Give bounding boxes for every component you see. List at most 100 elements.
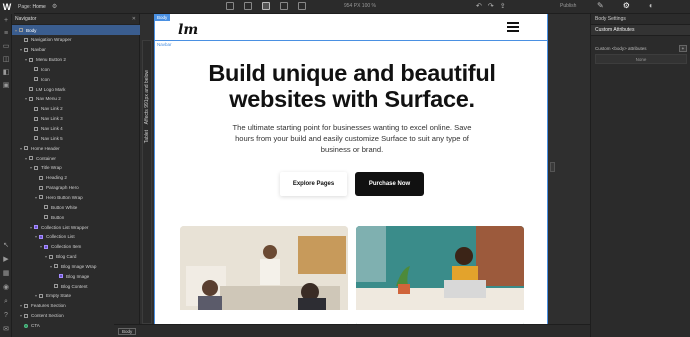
preview-icon[interactable]: ◉ <box>2 284 10 292</box>
navigator-item-label: Nav Link 5 <box>41 135 63 141</box>
share-icon[interactable]: ⇪ <box>500 2 506 10</box>
navigator-item[interactable]: ▾ Hero Button Wrap <box>12 192 140 202</box>
navigator-item-label: Collection Item <box>51 244 82 250</box>
breakpoint-large-icon[interactable] <box>226 2 234 10</box>
pages-icon[interactable]: ▭ <box>2 43 10 51</box>
navigator-item[interactable]: Icon <box>12 64 140 74</box>
element-type-icon <box>44 215 48 220</box>
help-icon[interactable]: ? <box>2 312 10 320</box>
hero-heading[interactable]: Build unique and beautiful websites with… <box>160 60 544 112</box>
navigator-item[interactable]: Nav Link 3 <box>12 114 140 124</box>
navigator-item-label: Blog Card <box>56 254 77 260</box>
navigator-item[interactable]: Nav Link 4 <box>12 124 140 134</box>
navigator-item[interactable]: ▾ Collection Item <box>12 242 140 252</box>
blog-card-office[interactable] <box>180 226 348 324</box>
interactions-drop-icon[interactable]: ◐ <box>649 1 654 10</box>
navigator-item[interactable]: Icon <box>12 74 140 84</box>
navigator-icon[interactable]: ≡ <box>2 30 10 38</box>
card-content <box>180 310 348 324</box>
menu-hamburger-icon[interactable] <box>507 22 519 38</box>
navigator-item-label: Hero Button Wrap <box>46 194 83 200</box>
canvas-resize-handle-right[interactable] <box>550 162 555 172</box>
navbar-outline <box>155 40 547 41</box>
select-tool-icon[interactable]: ↖ <box>2 242 10 250</box>
video-icon[interactable]: ▶ <box>2 256 10 264</box>
navigator-item-label: Home Header <box>31 145 60 151</box>
cms-icon[interactable]: ◫ <box>2 56 10 64</box>
navigator-item[interactable]: Heading 2 <box>12 173 140 183</box>
breakpoint-landscape-icon[interactable] <box>280 2 288 10</box>
breakpoint-note: Affects 991px and below <box>144 70 150 125</box>
history-controls: ↶ ↷ ⇪ <box>476 2 506 10</box>
navigator-item[interactable]: ▾ Collection List Wrapper <box>12 222 140 232</box>
card-content <box>356 310 524 324</box>
close-icon[interactable]: ✕ <box>132 16 136 22</box>
breakpoint-label: Tablet <box>144 129 150 144</box>
blog-card-laptop[interactable] <box>356 226 524 324</box>
hero-paragraph[interactable]: The ultimate starting point for business… <box>230 122 474 155</box>
page-selector[interactable]: Page: Home <box>18 4 46 10</box>
navigator-item[interactable]: Button <box>12 212 140 222</box>
custom-attributes-section[interactable]: Custom Attributes <box>591 25 690 36</box>
navigator-item[interactable]: Blog Content <box>12 281 140 291</box>
body-selection-tag[interactable]: Body <box>154 14 171 21</box>
navigator-item[interactable]: Navigation Wrapper <box>12 35 140 45</box>
navigator-item-label: Nav Menu 2 <box>36 96 61 102</box>
breadcrumb-bar: Body <box>114 324 590 337</box>
undo-icon[interactable]: ↶ <box>476 2 482 10</box>
navigator-item-label: LM Logo Mark <box>36 86 66 92</box>
page-settings-icon[interactable]: ⚙ <box>52 3 57 10</box>
element-type-icon <box>24 37 28 42</box>
breakpoint-switcher <box>226 2 306 10</box>
element-type-icon <box>24 303 28 308</box>
navigator-item[interactable]: ▾ Navbar <box>12 45 140 55</box>
navigator-item[interactable]: ▾ Empty State <box>12 291 140 301</box>
navigator-item[interactable]: ▾ Content Section <box>12 311 140 321</box>
add-attribute-button[interactable]: + <box>679 44 687 52</box>
purchase-now-button[interactable]: Purchase Now <box>355 172 424 196</box>
navigator-item[interactable]: Blog Image <box>12 271 140 281</box>
navigator-item[interactable]: ▾ Collection List <box>12 232 140 242</box>
webflow-logo[interactable]: W <box>0 0 14 14</box>
breakpoint-tablet-icon[interactable] <box>262 2 270 10</box>
redo-icon[interactable]: ↷ <box>488 2 494 10</box>
element-type-icon <box>34 165 38 170</box>
site-logo[interactable]: lm <box>178 22 198 38</box>
attributes-empty-state: None <box>595 54 687 64</box>
assets-icon[interactable]: ▣ <box>2 82 10 90</box>
element-type-icon <box>34 126 38 131</box>
navigator-item[interactable]: ▾ Body <box>12 25 140 35</box>
navigator-item[interactable]: LM Logo Mark <box>12 84 140 94</box>
navigator-header: Navigator ✕ <box>12 14 139 25</box>
element-type-icon <box>34 106 38 111</box>
breakpoint-desktop-icon[interactable] <box>244 2 252 10</box>
breakpoint-mobile-icon[interactable] <box>298 2 306 10</box>
navigator-item[interactable]: Nav Link 2 <box>12 104 140 114</box>
navigator-item[interactable]: ▾ Nav Menu 2 <box>12 94 140 104</box>
search-icon[interactable]: ⌕ <box>2 298 10 306</box>
navigator-item[interactable]: ▾ Blog Card <box>12 252 140 262</box>
navigator-item[interactable]: ▾ Home Header <box>12 143 140 153</box>
navigator-item[interactable]: ▾ Blog Image Wrap <box>12 261 140 271</box>
ecommerce-icon[interactable]: ◧ <box>2 69 10 77</box>
element-type-icon <box>34 116 38 121</box>
comments-icon[interactable]: ✉ <box>2 326 10 334</box>
navigator-item[interactable]: ▾ Features Section <box>12 301 140 311</box>
navigator-item[interactable]: Paragraph Hero <box>12 183 140 193</box>
navigator-item[interactable]: ▾ Menu Button 2 <box>12 55 140 65</box>
breakpoint-info: Tablet Affects 991px and below <box>144 70 150 143</box>
add-elements-icon[interactable]: + <box>2 17 10 25</box>
navigator-item[interactable]: ▾ Title Wrap <box>12 163 140 173</box>
style-brush-icon[interactable]: ✎ <box>597 1 604 10</box>
navigator-item[interactable]: Button White <box>12 202 140 212</box>
navigator-item-label: Body <box>26 27 37 33</box>
navigator-item[interactable]: Nav Link 5 <box>12 133 140 143</box>
grid-icon[interactable]: ▦ <box>2 270 10 278</box>
explore-pages-button[interactable]: Explore Pages <box>280 172 347 196</box>
settings-gear-icon[interactable]: ⚙ <box>623 1 630 10</box>
navigator-item[interactable]: ▾ Container <box>12 153 140 163</box>
navigator-item-label: Blog Content <box>61 283 88 289</box>
breadcrumb-body[interactable]: Body <box>118 328 137 335</box>
element-type-icon <box>24 146 28 151</box>
publish-button[interactable]: Publish <box>560 3 576 9</box>
